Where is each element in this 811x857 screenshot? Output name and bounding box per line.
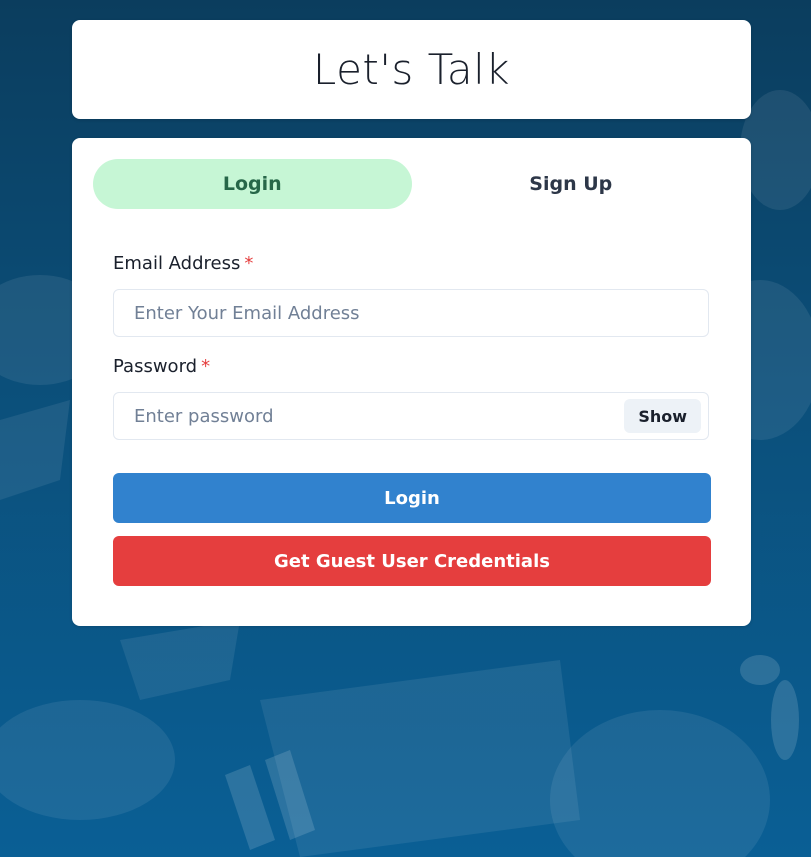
email-label-text: Email Address xyxy=(113,253,241,274)
tab-sign-up[interactable]: Sign Up xyxy=(412,159,731,209)
password-field-group: Show xyxy=(113,392,709,440)
password-label: Password * xyxy=(113,356,210,377)
guest-credentials-button[interactable]: Get Guest User Credentials xyxy=(113,536,711,586)
email-label: Email Address * xyxy=(113,253,253,274)
login-button[interactable]: Login xyxy=(113,473,711,523)
password-label-text: Password xyxy=(113,356,198,377)
header-card: Let's Talk xyxy=(72,20,751,119)
tab-login[interactable]: Login xyxy=(93,159,412,209)
show-password-button[interactable]: Show xyxy=(624,399,701,433)
password-input[interactable] xyxy=(113,392,709,440)
email-input[interactable] xyxy=(113,289,709,337)
auth-tabs: Login Sign Up xyxy=(93,159,730,209)
required-marker: * xyxy=(244,253,254,274)
auth-card: Login Sign Up Email Address* Password* S… xyxy=(72,138,751,626)
app-title: Let's Talk xyxy=(312,45,511,94)
required-marker: * xyxy=(201,356,211,377)
